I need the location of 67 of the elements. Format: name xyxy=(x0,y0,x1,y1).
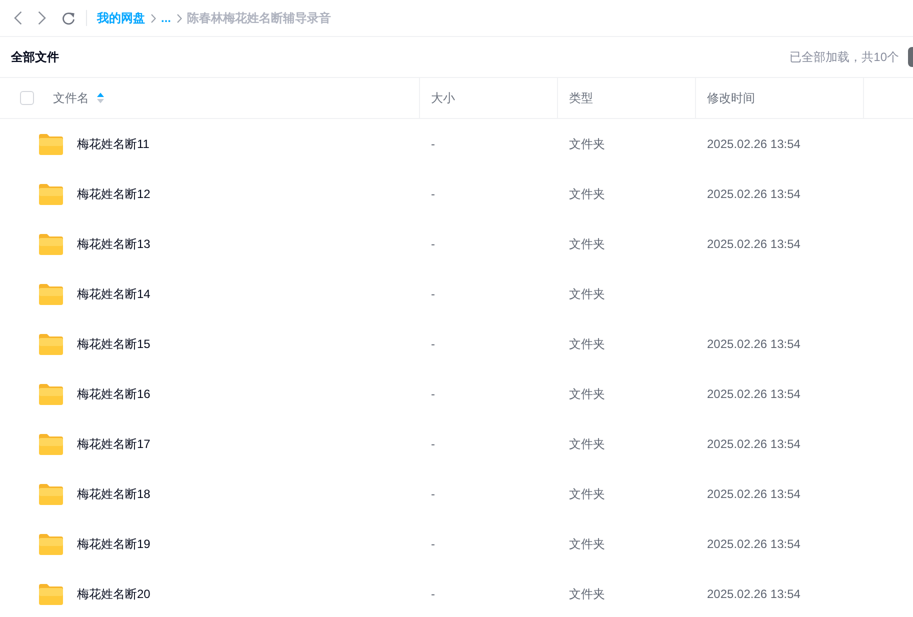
modified-time: 2025.02.26 13:54 xyxy=(707,487,800,501)
chevron-right-icon xyxy=(177,14,182,22)
file-name[interactable]: 梅花姓名断12 xyxy=(77,186,150,202)
breadcrumb-current: 陈春林梅花姓名断辅导录音 xyxy=(187,10,332,26)
folder-icon xyxy=(39,433,63,455)
file-size: - xyxy=(431,387,435,401)
modified-time: 2025.02.26 13:54 xyxy=(707,537,800,551)
folder-icon xyxy=(39,333,63,355)
modified-time: 2025.02.26 13:54 xyxy=(707,587,800,601)
select-all-checkbox[interactable] xyxy=(20,91,34,105)
file-type: 文件夹 xyxy=(569,586,605,602)
folder-icon xyxy=(39,283,63,305)
side-tab[interactable] xyxy=(908,47,913,67)
column-header[interactable]: 大小 xyxy=(431,90,455,106)
folder-icon xyxy=(39,483,63,505)
file-type: 文件夹 xyxy=(569,386,605,402)
sort-icon xyxy=(97,92,104,104)
file-type: 文件夹 xyxy=(569,336,605,352)
back-button[interactable] xyxy=(14,11,22,25)
forward-icon xyxy=(38,11,46,25)
folder-icon xyxy=(39,233,63,255)
file-size: - xyxy=(431,287,435,301)
modified-time: 2025.02.26 13:54 xyxy=(707,437,800,451)
file-name[interactable]: 梅花姓名断14 xyxy=(77,286,150,302)
file-size: - xyxy=(431,337,435,351)
modified-time: 2025.02.26 13:54 xyxy=(707,387,800,401)
back-icon xyxy=(14,11,22,25)
file-size: - xyxy=(431,137,435,151)
folder-icon xyxy=(39,583,63,605)
modified-time: 2025.02.26 13:54 xyxy=(707,187,800,201)
forward-button[interactable] xyxy=(38,11,46,25)
folder-icon xyxy=(39,133,63,155)
chevron-right-icon xyxy=(151,14,156,22)
file-type: 文件夹 xyxy=(569,286,605,302)
folder-icon xyxy=(39,533,63,555)
file-type: 文件夹 xyxy=(569,186,605,202)
file-name[interactable]: 梅花姓名断11 xyxy=(77,136,150,152)
file-size: - xyxy=(431,437,435,451)
modified-time: 2025.02.26 13:54 xyxy=(707,237,800,251)
file-type: 文件夹 xyxy=(569,236,605,252)
file-size: - xyxy=(431,187,435,201)
file-name[interactable]: 梅花姓名断13 xyxy=(77,236,150,252)
modified-time: 2025.02.26 13:54 xyxy=(707,137,800,151)
column-header[interactable]: 类型 xyxy=(569,90,593,106)
file-type: 文件夹 xyxy=(569,136,605,152)
folder-icon xyxy=(39,183,63,205)
file-type: 文件夹 xyxy=(569,486,605,502)
file-name[interactable]: 梅花姓名断18 xyxy=(77,486,150,502)
file-name[interactable]: 梅花姓名断15 xyxy=(77,336,150,352)
column-header[interactable]: 修改时间 xyxy=(707,90,755,106)
load-status: 已全部加载，共10个 xyxy=(790,48,899,66)
file-name[interactable]: 梅花姓名断19 xyxy=(77,536,150,552)
file-size: - xyxy=(431,237,435,251)
column-header[interactable]: 文件名 xyxy=(53,90,104,106)
file-size: - xyxy=(431,537,435,551)
folder-icon xyxy=(39,383,63,405)
file-type: 文件夹 xyxy=(569,436,605,452)
file-name[interactable]: 梅花姓名断17 xyxy=(77,436,150,452)
modified-time: 2025.02.26 13:54 xyxy=(707,337,800,351)
file-name[interactable]: 梅花姓名断20 xyxy=(77,586,150,602)
file-size: - xyxy=(431,487,435,501)
file-type: 文件夹 xyxy=(569,536,605,552)
section-title: 全部文件 xyxy=(11,48,59,66)
refresh-button[interactable] xyxy=(62,12,75,24)
file-size: - xyxy=(431,587,435,601)
file-name[interactable]: 梅花姓名断16 xyxy=(77,386,150,402)
refresh-icon xyxy=(62,12,75,24)
